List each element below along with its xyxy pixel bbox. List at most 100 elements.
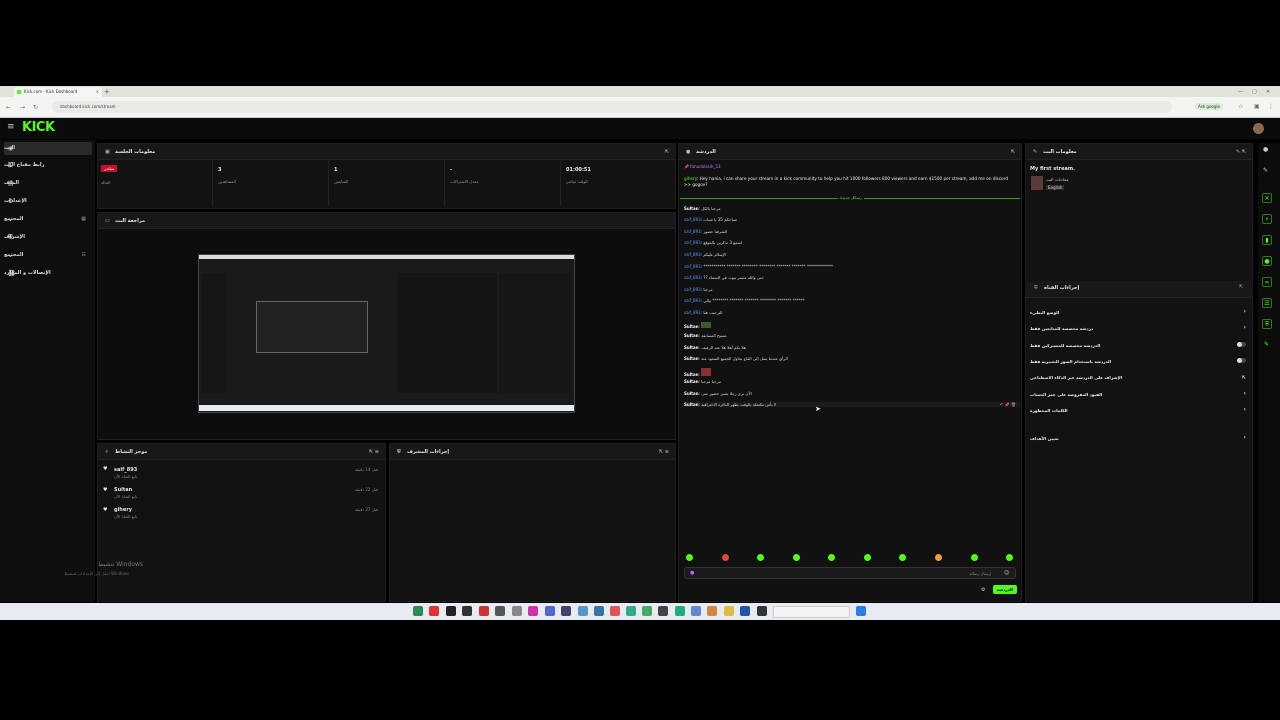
popout-icon[interactable]: ⇱ ≡ — [659, 444, 669, 460]
hamburger-menu-icon[interactable]: ≡ — [7, 122, 15, 132]
taskbar-app-icon[interactable] — [429, 606, 439, 616]
emote-icon[interactable] — [686, 554, 693, 561]
list-icon[interactable]: ☰ — [1262, 298, 1272, 308]
activity-user[interactable]: saif_893 — [114, 467, 137, 473]
taskbar-app-icon[interactable] — [413, 606, 423, 616]
channel-action-slow-mode[interactable]: الوضع البطيء › — [1030, 308, 1248, 315]
user-avatar[interactable] — [1253, 123, 1264, 134]
emote-icon[interactable] — [828, 554, 835, 561]
emote-icon[interactable] — [722, 554, 729, 561]
sidebar-item-community[interactable]: ⌄ المجتمع ▦ — [4, 213, 92, 226]
taskbar-app-icon[interactable] — [675, 606, 685, 616]
kick-logo[interactable]: KICK — [22, 120, 55, 135]
popout-icon[interactable]: ⇱ — [665, 144, 669, 160]
activity-user[interactable]: gihery — [114, 507, 132, 513]
popout-icon[interactable]: ⇱ — [1011, 144, 1015, 160]
emoji-picker-icon[interactable]: ● — [690, 570, 694, 576]
document-icon[interactable]: ▮ — [1262, 235, 1272, 245]
emote-icon[interactable] — [935, 554, 942, 561]
panel-header: ⛨ إجراءات المشرف ⇱ ≡ — [390, 444, 675, 460]
close-window-button[interactable]: ✕ — [1266, 87, 1270, 97]
wrench-icon[interactable]: ✎ — [1264, 341, 1269, 348]
taskbar-search[interactable] — [773, 606, 850, 618]
chat-bubble-icon[interactable]: ● — [1262, 256, 1272, 266]
sidebar-item-people[interactable]: ⌄ المجتمع ☷ — [4, 249, 92, 262]
lightning-icon[interactable]: ⚡ — [1262, 214, 1272, 224]
settings-icon[interactable]: ☺ — [1004, 570, 1009, 576]
maximize-button[interactable]: ▢ — [1252, 87, 1257, 97]
taskbar-app-icon[interactable] — [724, 606, 734, 616]
taskbar-app-icon[interactable] — [707, 606, 717, 616]
sidebar-item-file[interactable]: ▤ الملف — [4, 177, 92, 190]
taskbar-app-icon[interactable] — [561, 606, 571, 616]
extensions-icon[interactable]: ▣ — [1254, 103, 1260, 110]
back-icon[interactable]: ← — [6, 104, 11, 111]
taskbar-app-icon[interactable] — [610, 606, 620, 616]
channel-action-ai-moderation[interactable]: الإشراف على الدردشة عبر الذكاء الاصطناعي… — [1030, 375, 1248, 381]
taskbar-app-icon[interactable] — [757, 606, 767, 616]
taskbar-app-icon[interactable] — [479, 606, 489, 616]
sidebar-item-stream-key[interactable]: ⚿ رابط مفتاح البث — [4, 159, 92, 172]
sidebar-item-connections[interactable]: ⛓ الإتصالات و الموارد — [4, 267, 92, 280]
channel-action-followers-only[interactable]: دردشة مخصصة للمتابعين فقط › — [1030, 324, 1248, 331]
channel-action-subscribers-only[interactable]: الدردشة مخصصة للمشتركين فقط — [1030, 342, 1248, 348]
emote-icon[interactable] — [793, 554, 800, 561]
link-icon[interactable]: ∞ — [1262, 277, 1272, 287]
minimize-button[interactable]: — — [1238, 87, 1243, 97]
taskbar-app-icon[interactable] — [578, 606, 588, 616]
taskbar-app-icon[interactable] — [642, 606, 652, 616]
activity-user[interactable]: Sultan — [114, 487, 132, 493]
taskbar-app-icon[interactable] — [512, 606, 522, 616]
emote-icon[interactable] — [899, 554, 906, 561]
new-tab-button[interactable]: + — [104, 87, 110, 97]
sidebar-item-moderation[interactable]: ⛨ الإشراف — [4, 231, 92, 244]
browser-tab[interactable]: Kick.com - Kick Dashboard × — [14, 87, 102, 97]
chat-message-hovered[interactable]: Sultan: لا بأس مكتملة بالوقت يظهر الدائر… — [682, 402, 1020, 407]
taskbar-app-icon[interactable] — [658, 606, 668, 616]
taskbar-app-icon[interactable] — [691, 606, 701, 616]
emote-icon[interactable] — [971, 554, 978, 561]
menu-icon[interactable]: ⋮ — [1268, 103, 1274, 110]
taskbar-app-icon[interactable] — [495, 606, 505, 616]
close-tab-icon[interactable]: × — [96, 87, 99, 97]
stream-preview-video[interactable] — [198, 254, 575, 413]
emote-icon[interactable] — [864, 554, 871, 561]
chat-input[interactable]: إرسال رسالة — [684, 567, 1016, 579]
shield-icon: ⛨ — [8, 234, 13, 241]
channel-action-emote-only[interactable]: الدردشة باستخدام الصور التعبيرية فقط — [1030, 358, 1248, 364]
popout-icon[interactable]: ⇱ — [1239, 284, 1243, 290]
info-icon[interactable]: ● — [1263, 146, 1268, 153]
channel-action-banned-words[interactable]: الكلمات المحظورة › — [1030, 406, 1248, 413]
emote-icon[interactable] — [1006, 554, 1013, 561]
chat-settings-icon[interactable]: ⚙ — [981, 587, 985, 593]
send-chat-button[interactable]: الدردشة — [993, 585, 1017, 594]
ask-google-button[interactable]: Ask google — [1195, 103, 1223, 110]
shield-icon[interactable]: ⛨ — [1262, 319, 1272, 329]
heart-icon: ♥ — [103, 487, 108, 493]
star-icon[interactable]: ☆ — [1238, 103, 1243, 110]
chat-message: Sultan: الرأي عندما يصل إلى القاع يحاول … — [684, 356, 788, 361]
stat-followers: 1 المتابعين — [334, 167, 349, 184]
taskbar-app-icon[interactable] — [528, 606, 538, 616]
windows-activation-sub: انتقل إلى الإعدادات لتنشيط Windows — [64, 571, 129, 576]
sidebar-item-stream[interactable]: ◉ البث — [4, 142, 92, 155]
forward-icon[interactable]: → — [20, 104, 25, 111]
reload-icon[interactable]: ↻ — [33, 104, 38, 111]
sidebar-item-settings[interactable]: ⚙ الإعدادات — [4, 195, 92, 208]
channel-action-account-age[interactable]: القيود المفروضة على عمر الحساب › — [1030, 390, 1248, 397]
emote-icon[interactable] — [757, 554, 764, 561]
taskbar-app-icon[interactable] — [462, 606, 472, 616]
language-tag: English — [1046, 185, 1065, 190]
popout-icon[interactable]: ✎ ⇱ — [1236, 144, 1246, 160]
taskbar-app-icon[interactable] — [594, 606, 604, 616]
taskbar-app-icon[interactable] — [626, 606, 636, 616]
taskbar-app-icon[interactable] — [446, 606, 456, 616]
edit-icon[interactable]: ✎ — [1263, 167, 1268, 174]
taskbar-app-icon[interactable] — [545, 606, 555, 616]
layout-icon[interactable]: ✕ — [1262, 193, 1272, 203]
channel-action-set-goals[interactable]: تعيين الأهداف › — [1030, 434, 1248, 441]
popout-icon[interactable]: ⇱ ≡ — [369, 444, 379, 460]
windows-start-icon[interactable] — [856, 606, 866, 616]
taskbar-app-icon[interactable] — [740, 606, 750, 616]
url-input[interactable]: dashboard.kick.com/stream — [52, 101, 1172, 113]
